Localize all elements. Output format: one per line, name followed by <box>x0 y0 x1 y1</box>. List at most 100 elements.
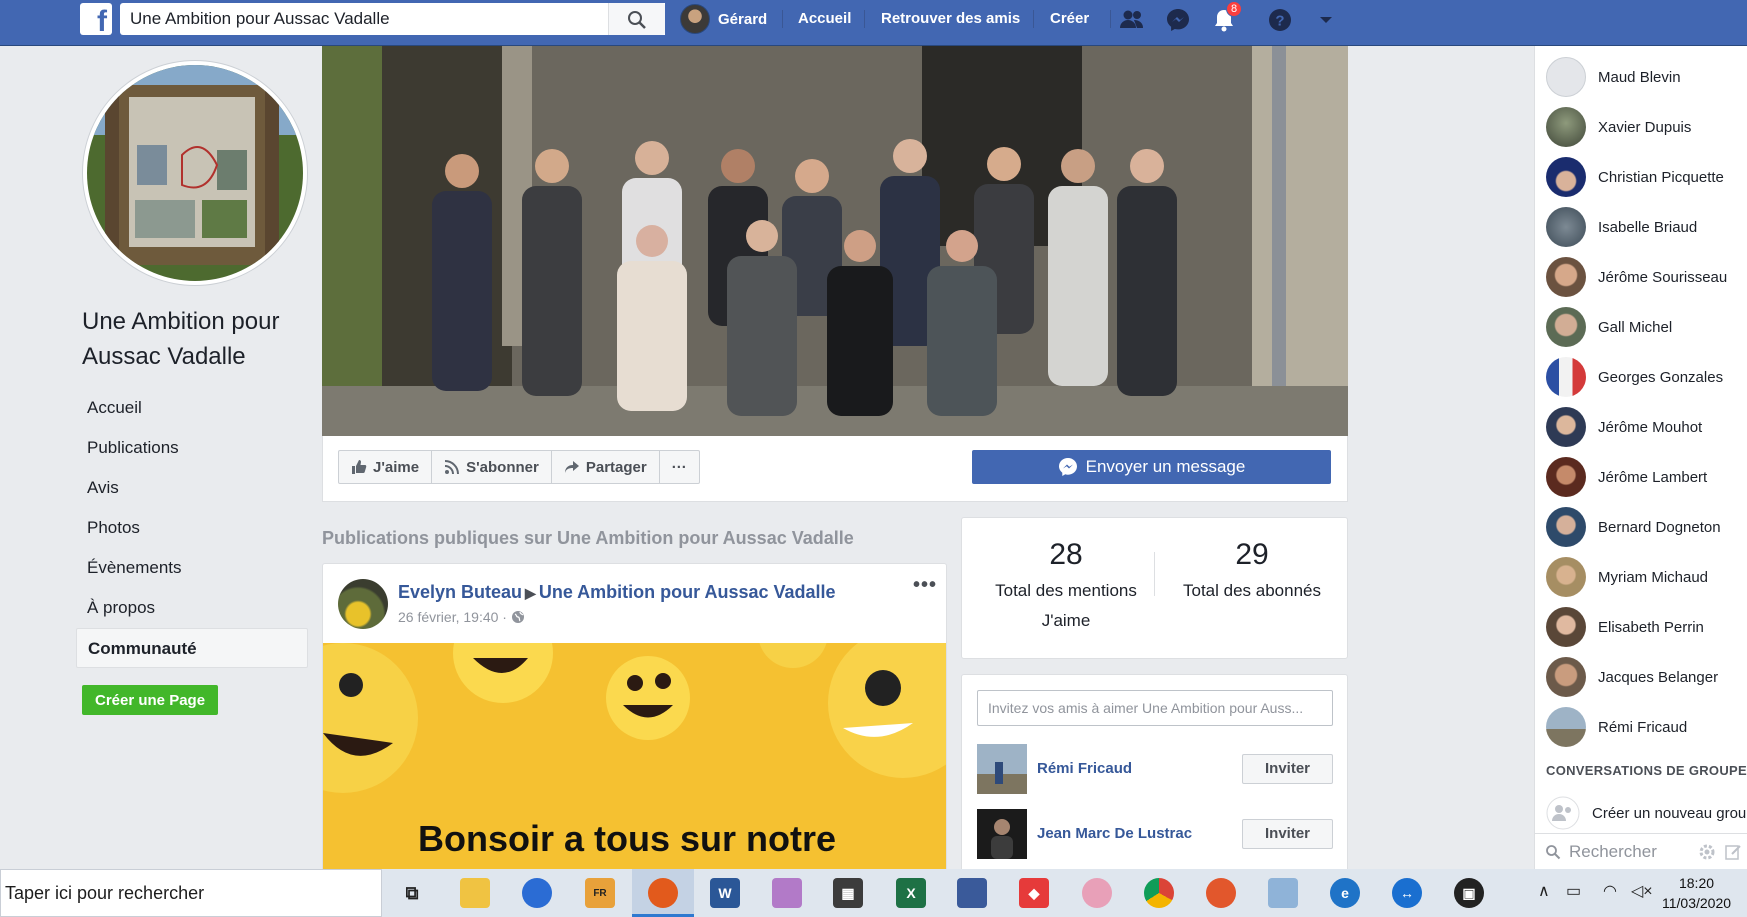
chat-contact[interactable]: Christian Picquette <box>1546 157 1724 197</box>
nav-item-posts[interactable]: Publications <box>76 428 308 468</box>
taskbar-clock[interactable]: 18:20 11/03/2020 <box>1662 873 1731 913</box>
share-button[interactable]: Partager <box>552 451 660 483</box>
contact-name: Jérôme Lambert <box>1598 468 1708 486</box>
remote-desktop-icon[interactable]: ▣ <box>1454 878 1484 908</box>
contact-name: Christian Picquette <box>1598 168 1724 186</box>
play-arrow-icon: ▶ <box>525 585 536 601</box>
chat-contact[interactable]: Maud Blevin <box>1546 57 1681 97</box>
friend-name[interactable]: Rémi Fricaud <box>1037 760 1132 777</box>
battery-icon[interactable]: ▭ <box>1566 881 1581 901</box>
followers-stat[interactable]: 29 Total des abonnés <box>1162 538 1342 606</box>
invite-friends-card: Invitez vos amis à aimer Une Ambition po… <box>961 674 1348 894</box>
friend-requests-icon[interactable] <box>1118 6 1146 34</box>
chrome-icon[interactable] <box>1144 878 1174 908</box>
chat-contact[interactable]: Isabelle Briaud <box>1546 207 1697 247</box>
chat-contact[interactable]: Jérôme Lambert <box>1546 457 1707 497</box>
taskbar-search-input[interactable]: Taper ici pour rechercher <box>0 869 382 917</box>
nav-create[interactable]: Créer <box>1050 10 1089 27</box>
excel-icon[interactable]: X <box>896 878 926 908</box>
invite-search-input[interactable]: Invitez vos amis à aimer Une Ambition po… <box>977 690 1333 726</box>
chat-contact[interactable]: Gall Michel <box>1546 307 1672 347</box>
create-page-button[interactable]: Créer une Page <box>82 685 219 715</box>
top-navigation-bar: f Une Ambition pour Aussac Vadalle Gérar… <box>0 0 1747 46</box>
cover-photo[interactable] <box>322 46 1348 436</box>
firefox-icon[interactable] <box>648 878 678 908</box>
messenger-icon[interactable] <box>1164 6 1192 34</box>
avatar[interactable] <box>338 579 388 629</box>
chat-contact[interactable]: Bernard Dogneton <box>1546 507 1721 547</box>
media-app-icon[interactable] <box>772 878 802 908</box>
like-button[interactable]: J'aime <box>339 451 433 483</box>
avatar <box>1546 157 1586 197</box>
network-app-icon[interactable] <box>1268 878 1298 908</box>
chat-contact[interactable]: Myriam Michaud <box>1546 557 1708 597</box>
friend-name[interactable]: Jean Marc De Lustrac <box>1037 825 1192 842</box>
gear-icon[interactable] <box>1698 843 1716 861</box>
nav-item-photos[interactable]: Photos <box>76 508 308 548</box>
chat-contact[interactable]: Jérôme Sourisseau <box>1546 257 1727 297</box>
facebook-logo-icon[interactable]: f <box>80 3 112 35</box>
word-icon[interactable]: W <box>710 878 740 908</box>
nav-item-events[interactable]: Évènements <box>76 548 308 588</box>
post-image[interactable]: Bonsoir a tous sur notre <box>323 643 946 882</box>
ccleaner-icon[interactable] <box>1206 878 1236 908</box>
chat-contact[interactable]: Georges Gonzales <box>1546 357 1723 397</box>
teamviewer-icon[interactable]: ↔ <box>1392 878 1422 908</box>
chat-contact[interactable]: Elisabeth Perrin <box>1546 607 1704 647</box>
post-header: Evelyn Buteau ▶ Une Ambition pour Aussac V… <box>398 582 836 603</box>
chevron-down-icon[interactable] <box>1312 6 1340 34</box>
chat-contact[interactable]: Rémi Fricaud <box>1546 707 1687 747</box>
search-input[interactable]: Une Ambition pour Aussac Vadalle <box>120 3 665 35</box>
chat-contact[interactable]: Xavier Dupuis <box>1546 107 1691 147</box>
wifi-icon[interactable]: ◠ <box>1603 881 1617 901</box>
globe-icon <box>511 611 524 623</box>
group-add-icon <box>1546 796 1580 830</box>
more-options-button[interactable]: ··· <box>660 451 699 483</box>
nav-home[interactable]: Accueil <box>798 10 851 27</box>
avatar[interactable] <box>977 809 1027 859</box>
calculator-icon[interactable]: ▦ <box>833 878 863 908</box>
nav-find-friends[interactable]: Retrouver des amis <box>881 10 1020 27</box>
compose-icon[interactable] <box>1724 843 1742 861</box>
task-view-icon[interactable]: ⧉ <box>397 878 427 908</box>
windows-taskbar: Taper ici pour rechercher ⧉ FR W ▦ X ◆ e… <box>0 869 1747 917</box>
post-author-link[interactable]: Evelyn Buteau <box>398 582 522 602</box>
post-target-link[interactable]: Une Ambition pour Aussac Vadalle <box>539 582 836 602</box>
messenger-app-icon[interactable] <box>522 878 552 908</box>
share-arrow-icon <box>564 461 579 473</box>
file-explorer-icon[interactable] <box>460 878 490 908</box>
nav-item-community[interactable]: Communauté <box>76 628 308 668</box>
chevron-up-icon[interactable]: ∧ <box>1538 881 1550 901</box>
post-timestamp[interactable]: 26 février, 19:40 · <box>398 609 507 625</box>
paint-app-icon[interactable] <box>1082 878 1112 908</box>
profile-photo-image <box>87 65 303 281</box>
invite-button[interactable]: Inviter <box>1242 819 1333 849</box>
chat-search-input[interactable]: Rechercher <box>1535 833 1747 869</box>
contact-name: Elisabeth Perrin <box>1598 618 1704 636</box>
language-app-icon[interactable]: FR <box>585 878 615 908</box>
avatar <box>680 4 710 34</box>
anydesk-icon[interactable]: ◆ <box>1019 878 1049 908</box>
nav-item-about[interactable]: À propos <box>76 588 308 628</box>
edge-icon[interactable]: e <box>1330 878 1360 908</box>
profile-link[interactable]: Gérard <box>680 4 767 34</box>
volume-icon[interactable]: ◁× <box>1631 881 1653 901</box>
send-message-button[interactable]: Envoyer un message <box>972 450 1331 484</box>
nav-item-reviews[interactable]: Avis <box>76 468 308 508</box>
chat-contact[interactable]: Jérôme Mouhot <box>1546 407 1702 447</box>
page-title[interactable]: Une Ambition pour Aussac Vadalle <box>82 304 312 374</box>
likes-stat[interactable]: 28 Total des mentions J'aime <box>986 538 1146 636</box>
avatar[interactable] <box>977 744 1027 794</box>
chat-contact[interactable]: Jacques Belanger <box>1546 657 1718 697</box>
invite-button[interactable]: Inviter <box>1242 754 1333 784</box>
nav-item-home[interactable]: Accueil <box>76 388 308 428</box>
post-options-icon[interactable]: ••• <box>913 574 937 597</box>
contact-name: Isabelle Briaud <box>1598 218 1698 236</box>
page-navigation: Accueil Publications Avis Photos Évèneme… <box>76 388 308 668</box>
desktop-app-icon[interactable] <box>957 878 987 908</box>
create-group-button[interactable]: Créer un nouveau grou <box>1546 796 1746 830</box>
subscribe-button[interactable]: S'abonner <box>432 451 552 483</box>
help-icon[interactable]: ? <box>1266 6 1294 34</box>
page-profile-picture[interactable] <box>83 61 307 285</box>
search-button[interactable] <box>608 3 665 35</box>
